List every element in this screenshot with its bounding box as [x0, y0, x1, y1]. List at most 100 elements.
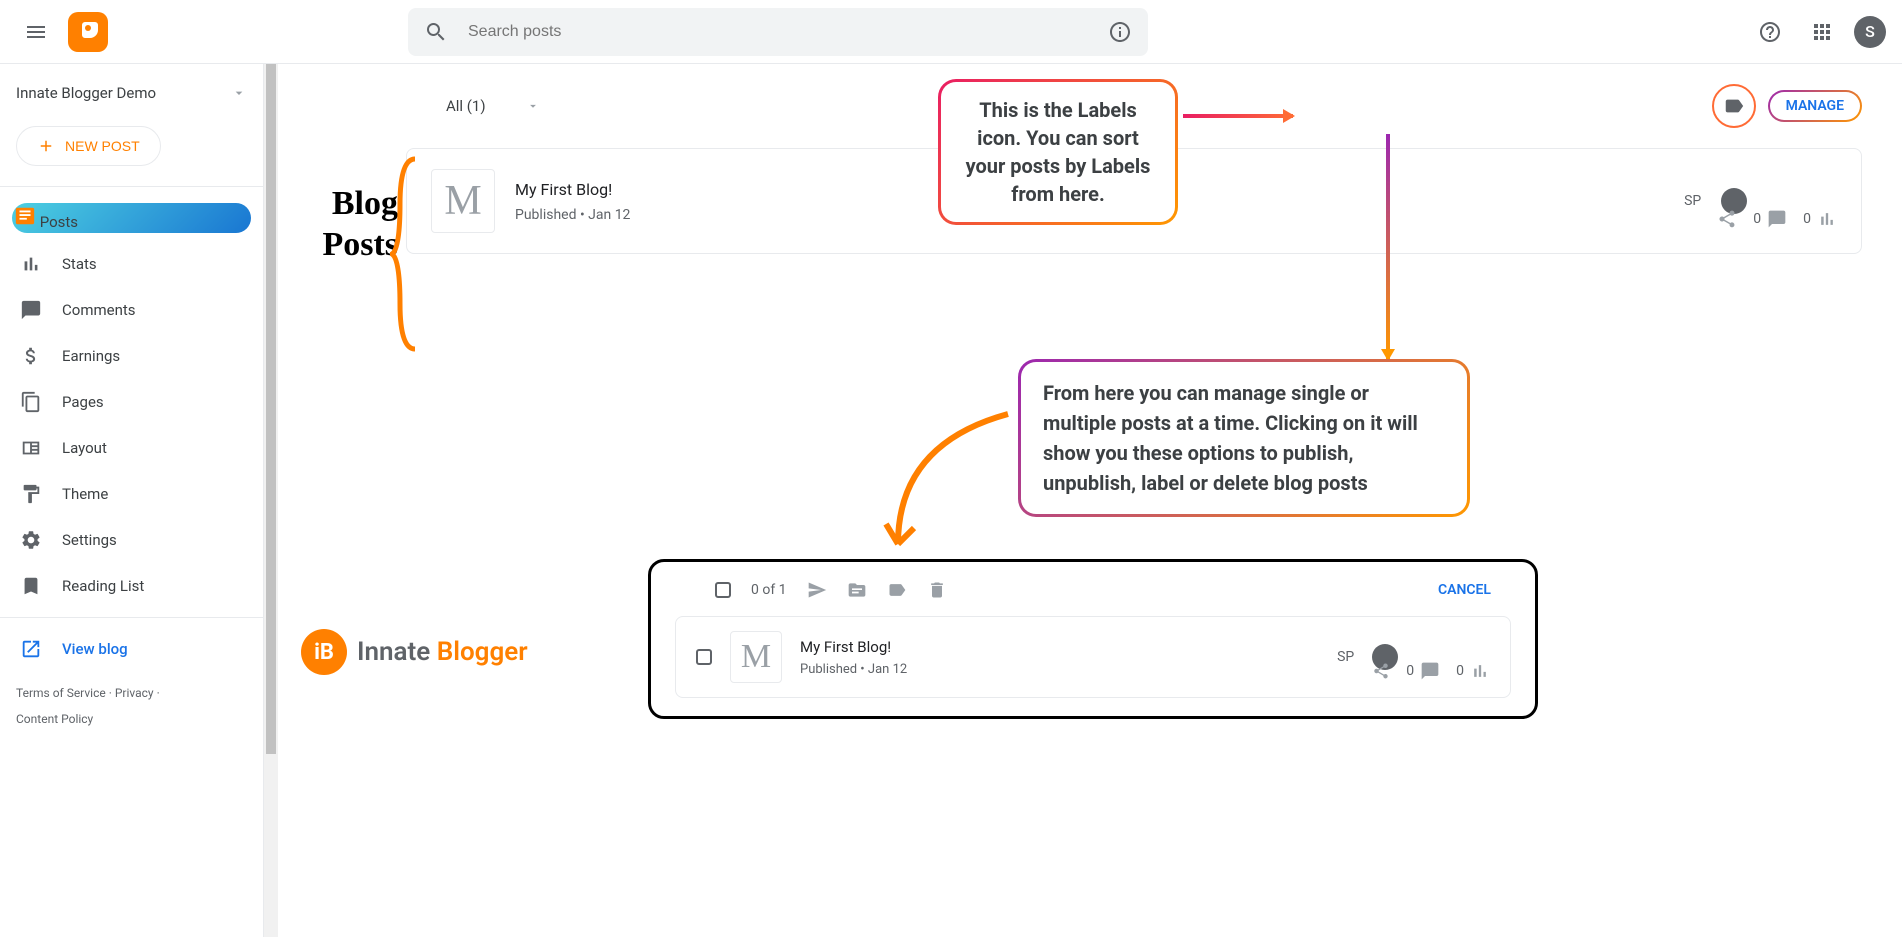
blog-name: Innate Blogger Demo	[16, 84, 156, 102]
comments-icon	[20, 299, 42, 321]
post-info: My First Blog! Published • Jan 12	[800, 638, 1319, 677]
share-icon[interactable]	[1372, 662, 1390, 680]
post-meta: Published • Jan 12	[800, 662, 1319, 677]
search-input[interactable]	[468, 23, 1108, 41]
menu-button[interactable]	[16, 12, 56, 52]
filter-text: All (1)	[446, 97, 486, 115]
post-title: My First Blog!	[800, 638, 1319, 656]
annotation-brace	[390, 154, 420, 354]
post-checkbox[interactable]	[696, 649, 712, 665]
sidebar-item-label: Posts	[40, 213, 78, 231]
header-right: S	[1750, 12, 1886, 52]
comment-count: 0	[1406, 661, 1440, 681]
post-actions: 0 0	[1717, 209, 1837, 229]
post-thumbnail: M	[730, 631, 782, 683]
layout-icon	[20, 437, 42, 459]
plus-icon	[37, 137, 55, 155]
sidebar-item-settings[interactable]: Settings	[0, 517, 247, 563]
sidebar-item-label: Pages	[62, 393, 104, 411]
settings-icon	[20, 529, 42, 551]
post-thumbnail: M	[431, 169, 495, 233]
innate-blogger-brand: iB Innate Blogger	[301, 629, 528, 675]
cancel-button[interactable]: CANCEL	[1438, 582, 1491, 598]
manage-panel: 0 of 1 CANCEL M My First Blog! Published…	[648, 559, 1538, 719]
label-icon	[1723, 95, 1745, 117]
blog-selector[interactable]: Innate Blogger Demo	[0, 72, 263, 114]
label-icon[interactable]	[887, 580, 907, 600]
publish-icon[interactable]	[807, 580, 827, 600]
post-actions: 0 0	[1372, 661, 1490, 681]
scrollbar-thumb[interactable]	[266, 64, 276, 754]
privacy-link[interactable]: Privacy	[115, 686, 154, 700]
new-post-button[interactable]: NEW POST	[16, 126, 161, 166]
sidebar-item-posts[interactable]: Posts	[12, 203, 251, 233]
apps-icon	[1810, 20, 1834, 44]
apps-button[interactable]	[1802, 12, 1842, 52]
post-author: SP	[1337, 649, 1354, 665]
delete-icon[interactable]	[927, 580, 947, 600]
divider	[0, 186, 263, 187]
sidebar-item-label: Layout	[62, 439, 107, 457]
sidebar: Innate Blogger Demo NEW POST Posts Stats…	[0, 64, 264, 937]
select-all-checkbox[interactable]	[715, 582, 731, 598]
selection-count: 0 of 1	[751, 582, 787, 598]
user-avatar[interactable]: S	[1854, 16, 1886, 48]
hamburger-icon	[24, 20, 48, 44]
view-blog-label: View blog	[62, 640, 128, 658]
help-button[interactable]	[1750, 12, 1790, 52]
header: S	[0, 0, 1902, 64]
sidebar-item-label: Earnings	[62, 347, 120, 365]
chevron-down-icon	[526, 99, 540, 113]
sidebar-item-earnings[interactable]: Earnings	[0, 333, 247, 379]
manage-post-card[interactable]: M My First Blog! Published • Jan 12 SP 0…	[675, 616, 1511, 698]
view-count: 0	[1456, 661, 1490, 681]
new-post-label: NEW POST	[65, 138, 140, 154]
info-icon[interactable]	[1108, 20, 1132, 44]
terms-link[interactable]: Terms of Service	[16, 686, 106, 700]
chevron-down-icon	[231, 85, 247, 101]
divider	[0, 617, 263, 618]
innate-text: Innate Blogger	[357, 637, 528, 667]
sidebar-item-label: Stats	[62, 255, 97, 273]
posts-icon	[14, 205, 36, 227]
labels-icon-button[interactable]	[1712, 84, 1756, 128]
sidebar-item-layout[interactable]: Layout	[0, 425, 247, 471]
sidebar-item-stats[interactable]: Stats	[0, 241, 247, 287]
manage-label: MANAGE	[1770, 92, 1860, 120]
share-icon[interactable]	[1717, 209, 1737, 229]
content-policy-link[interactable]: Content Policy	[16, 712, 93, 726]
sidebar-item-comments[interactable]: Comments	[0, 287, 247, 333]
post-author: SP	[1684, 193, 1701, 209]
view-count: 0	[1803, 209, 1837, 229]
bookmark-icon	[20, 575, 42, 597]
pages-icon	[20, 391, 42, 413]
view-blog-link[interactable]: View blog	[0, 626, 263, 672]
sidebar-item-label: Reading List	[62, 577, 144, 595]
manage-button[interactable]: MANAGE	[1768, 90, 1862, 122]
blogger-logo[interactable]	[68, 12, 108, 52]
filter-dropdown[interactable]: All (1)	[446, 97, 540, 115]
help-icon	[1758, 20, 1782, 44]
search-icon	[424, 20, 448, 44]
main-content: All (1) MANAGE M My First Blog! Publishe…	[278, 64, 1902, 937]
scrollbar[interactable]	[264, 64, 278, 937]
sidebar-item-label: Comments	[62, 301, 136, 319]
annotation-arrow-2	[1386, 134, 1390, 359]
sidebar-item-reading-list[interactable]: Reading List	[0, 563, 247, 609]
comment-count: 0	[1753, 209, 1787, 229]
theme-icon	[20, 483, 42, 505]
stats-small-icon	[1817, 209, 1837, 229]
manage-toolbar: 0 of 1 CANCEL	[675, 580, 1511, 616]
stats-icon	[20, 253, 42, 275]
annotation-callout-manage: From here you can manage single or multi…	[1018, 359, 1470, 517]
sidebar-item-label: Theme	[62, 485, 108, 503]
sidebar-item-theme[interactable]: Theme	[0, 471, 247, 517]
stats-small-icon	[1470, 661, 1490, 681]
search-bar[interactable]	[408, 8, 1148, 56]
comment-icon	[1767, 209, 1787, 229]
annotation-callout-labels: This is the Labels icon. You can sort yo…	[938, 79, 1178, 225]
sidebar-item-pages[interactable]: Pages	[0, 379, 247, 425]
open-external-icon	[20, 638, 42, 660]
unpublish-icon[interactable]	[847, 580, 867, 600]
comment-icon	[1420, 661, 1440, 681]
